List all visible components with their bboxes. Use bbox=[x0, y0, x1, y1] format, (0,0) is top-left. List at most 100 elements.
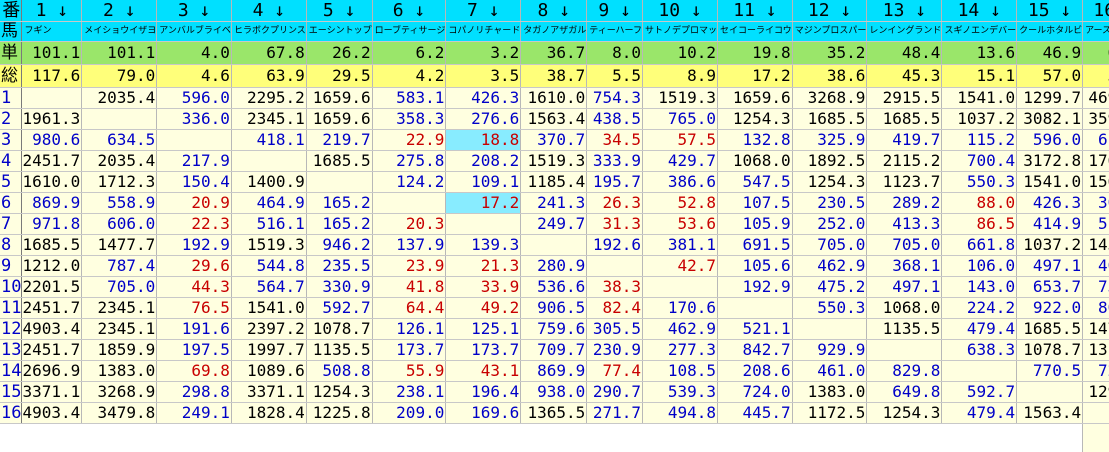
odds-cell-7-4[interactable]: 516.1 bbox=[231, 213, 307, 235]
odds-cell-4-16[interactable]: 1768.4 bbox=[1082, 150, 1109, 172]
odds-cell-1-12[interactable]: 3268.9 bbox=[792, 87, 868, 109]
odds-cell-14-1[interactable]: 2696.9 bbox=[21, 360, 83, 382]
sort-arrow-button-6[interactable]: 6 ↓ bbox=[372, 0, 447, 22]
odds-cell-4-9[interactable]: 333.9 bbox=[586, 150, 644, 172]
odds-cell-6-11[interactable]: 107.5 bbox=[717, 192, 793, 214]
odds-cell-2-16[interactable]: 3595.8 bbox=[1082, 108, 1109, 130]
odds-cell-5-12[interactable]: 1254.3 bbox=[792, 171, 868, 193]
odds-cell-8-6[interactable]: 137.9 bbox=[372, 234, 447, 256]
odds-cell-9-5[interactable]: 235.5 bbox=[306, 255, 373, 277]
odds-cell-3-5[interactable]: 219.7 bbox=[306, 129, 373, 151]
odds-cell-4-4[interactable] bbox=[231, 150, 307, 172]
odds-cell-11-1[interactable]: 2451.7 bbox=[21, 297, 83, 319]
odds-cell-2-5[interactable]: 1659.6 bbox=[306, 108, 373, 130]
odds-cell-15-11[interactable]: 724.0 bbox=[717, 381, 793, 403]
odds-cell-14-12[interactable]: 461.0 bbox=[792, 360, 868, 382]
odds-cell-4-2[interactable]: 2035.4 bbox=[81, 150, 158, 172]
odds-cell-10-14[interactable]: 143.0 bbox=[941, 276, 1018, 298]
odds-cell-5-4[interactable]: 1400.9 bbox=[231, 171, 307, 193]
odds-cell-10-12[interactable]: 475.2 bbox=[792, 276, 868, 298]
odds-cell-1-3[interactable]: 596.0 bbox=[156, 87, 232, 109]
odds-cell-12-3[interactable]: 191.6 bbox=[156, 318, 232, 340]
odds-cell-12-8[interactable]: 759.6 bbox=[520, 318, 588, 340]
odds-cell-3-4[interactable]: 418.1 bbox=[231, 129, 307, 151]
odds-cell-1-6[interactable]: 583.1 bbox=[372, 87, 447, 109]
odds-cell-13-4[interactable]: 1997.7 bbox=[231, 339, 307, 361]
odds-cell-1-11[interactable]: 1659.6 bbox=[717, 87, 793, 109]
odds-cell-15-2[interactable]: 3268.9 bbox=[81, 381, 158, 403]
odds-cell-5-10[interactable]: 386.6 bbox=[642, 171, 719, 193]
odds-cell-13-12[interactable]: 929.9 bbox=[792, 339, 868, 361]
odds-cell-8-13[interactable]: 705.0 bbox=[866, 234, 943, 256]
odds-cell-6-2[interactable]: 558.9 bbox=[81, 192, 158, 214]
odds-cell-7-11[interactable]: 105.9 bbox=[717, 213, 793, 235]
sort-arrow-button-4[interactable]: 4 ↓ bbox=[231, 0, 307, 22]
odds-cell-7-15[interactable]: 414.9 bbox=[1016, 213, 1084, 235]
odds-cell-11-2[interactable]: 2345.1 bbox=[81, 297, 158, 319]
odds-cell-15-3[interactable]: 298.8 bbox=[156, 381, 232, 403]
odds-cell-12-1[interactable]: 4903.4 bbox=[21, 318, 83, 340]
sort-arrow-button-12[interactable]: 12 ↓ bbox=[792, 0, 868, 22]
odds-cell-10-11[interactable]: 192.9 bbox=[717, 276, 793, 298]
odds-cell-8-11[interactable]: 691.5 bbox=[717, 234, 793, 256]
odds-cell-8-16[interactable]: 1457.7 bbox=[1082, 234, 1109, 256]
odds-cell-4-15[interactable]: 3172.8 bbox=[1016, 150, 1084, 172]
odds-cell-12-4[interactable]: 2397.2 bbox=[231, 318, 307, 340]
odds-cell-11-7[interactable]: 49.2 bbox=[445, 297, 522, 319]
odds-cell-14-2[interactable]: 1383.0 bbox=[81, 360, 158, 382]
odds-cell-15-6[interactable]: 238.1 bbox=[372, 381, 447, 403]
odds-cell-15-10[interactable]: 539.3 bbox=[642, 381, 719, 403]
odds-cell-6-6[interactable] bbox=[372, 192, 447, 214]
odds-cell-4-11[interactable]: 1068.0 bbox=[717, 150, 793, 172]
odds-cell-14-15[interactable]: 770.5 bbox=[1016, 360, 1084, 382]
odds-cell-1-13[interactable]: 2915.5 bbox=[866, 87, 943, 109]
sort-arrow-button-1[interactable]: 1 ↓ bbox=[21, 0, 83, 22]
odds-cell-5-1[interactable]: 1610.0 bbox=[21, 171, 83, 193]
odds-cell-15-13[interactable]: 649.8 bbox=[866, 381, 943, 403]
odds-cell-7-16[interactable]: 511.2 bbox=[1082, 213, 1109, 235]
odds-cell-6-16[interactable]: 308.2 bbox=[1082, 192, 1109, 214]
odds-cell-15-16[interactable]: 1299.7 bbox=[1082, 381, 1109, 403]
odds-cell-5-14[interactable]: 550.3 bbox=[941, 171, 1018, 193]
odds-cell-2-8[interactable]: 1563.4 bbox=[520, 108, 588, 130]
odds-cell-4-6[interactable]: 275.8 bbox=[372, 150, 447, 172]
odds-cell-14-4[interactable]: 1089.6 bbox=[231, 360, 307, 382]
odds-cell-15-1[interactable]: 3371.1 bbox=[21, 381, 83, 403]
odds-cell-6-13[interactable]: 289.2 bbox=[866, 192, 943, 214]
odds-cell-13-7[interactable]: 173.7 bbox=[445, 339, 522, 361]
odds-cell-1-9[interactable]: 754.3 bbox=[586, 87, 644, 109]
odds-cell-3-2[interactable]: 634.5 bbox=[81, 129, 158, 151]
odds-cell-9-4[interactable]: 544.8 bbox=[231, 255, 307, 277]
odds-cell-6-5[interactable]: 165.2 bbox=[306, 192, 373, 214]
odds-cell-2-7[interactable]: 276.6 bbox=[445, 108, 522, 130]
odds-cell-2-3[interactable]: 336.0 bbox=[156, 108, 232, 130]
odds-cell-11-8[interactable]: 906.5 bbox=[520, 297, 588, 319]
odds-cell-12-6[interactable]: 126.1 bbox=[372, 318, 447, 340]
odds-cell-1-2[interactable]: 2035.4 bbox=[81, 87, 158, 109]
odds-cell-2-11[interactable]: 1254.3 bbox=[717, 108, 793, 130]
odds-cell-4-13[interactable]: 2115.2 bbox=[866, 150, 943, 172]
odds-cell-7-9[interactable]: 31.3 bbox=[586, 213, 644, 235]
odds-cell-8-3[interactable]: 192.9 bbox=[156, 234, 232, 256]
odds-cell-5-2[interactable]: 1712.3 bbox=[81, 171, 158, 193]
odds-cell-9-8[interactable]: 280.9 bbox=[520, 255, 588, 277]
odds-cell-3-8[interactable]: 370.7 bbox=[520, 129, 588, 151]
odds-cell-13-13[interactable] bbox=[866, 339, 943, 361]
odds-cell-9-6[interactable]: 23.9 bbox=[372, 255, 447, 277]
odds-cell-11-13[interactable]: 1068.0 bbox=[866, 297, 943, 319]
odds-cell-13-16[interactable]: 1315.5 bbox=[1082, 339, 1109, 361]
odds-cell-7-3[interactable]: 22.3 bbox=[156, 213, 232, 235]
odds-cell-2-6[interactable]: 358.3 bbox=[372, 108, 447, 130]
odds-cell-10-5[interactable]: 330.9 bbox=[306, 276, 373, 298]
odds-cell-6-1[interactable]: 869.9 bbox=[21, 192, 83, 214]
odds-cell-12-11[interactable]: 521.1 bbox=[717, 318, 793, 340]
odds-cell-13-6[interactable]: 173.7 bbox=[372, 339, 447, 361]
odds-cell-15-9[interactable]: 290.7 bbox=[586, 381, 644, 403]
odds-cell-4-1[interactable]: 2451.7 bbox=[21, 150, 83, 172]
sort-arrow-button-16[interactable]: 16 ↓ bbox=[1082, 0, 1109, 22]
odds-cell-10-4[interactable]: 564.7 bbox=[231, 276, 307, 298]
odds-cell-6-7[interactable]: 17.2 bbox=[445, 192, 522, 214]
odds-cell-9-13[interactable]: 368.1 bbox=[866, 255, 943, 277]
odds-cell-9-11[interactable]: 105.6 bbox=[717, 255, 793, 277]
odds-cell-3-9[interactable]: 34.5 bbox=[586, 129, 644, 151]
